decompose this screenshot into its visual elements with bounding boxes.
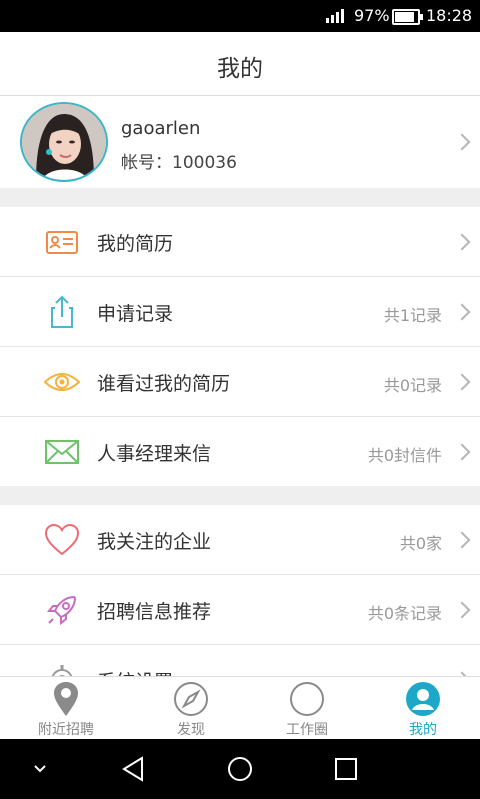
menu-item-label: 我的简历 bbox=[97, 233, 174, 255]
tab-label: 工作圈 bbox=[286, 722, 328, 738]
chevron-right-icon bbox=[453, 233, 471, 251]
tab-discover[interactable]: 发现 bbox=[131, 677, 251, 740]
location-pin-icon bbox=[48, 681, 84, 717]
resume-card-icon bbox=[44, 224, 80, 260]
menu-item-count: 共0记录 bbox=[383, 376, 442, 395]
account-number: 帐号：100036 bbox=[121, 153, 237, 173]
menu-item-count: 共0条记录 bbox=[367, 604, 442, 623]
share-upload-icon bbox=[44, 294, 80, 330]
back-triangle-icon[interactable] bbox=[118, 753, 150, 785]
menu-item-resume[interactable]: 我的简历 bbox=[0, 207, 480, 277]
gear-icon bbox=[44, 662, 80, 676]
status-bar: 97% 18:28 bbox=[0, 0, 480, 32]
system-nav-bar bbox=[0, 739, 480, 799]
profile-row[interactable]: gaoarlen 帐号：100036 bbox=[0, 96, 480, 188]
menu-item-label: 申请记录 bbox=[97, 303, 174, 325]
chevron-right-icon bbox=[453, 303, 471, 321]
mail-envelope-icon bbox=[44, 434, 80, 470]
menu-item-job-recommendations[interactable]: 招聘信息推荐 共0条记录 bbox=[0, 575, 480, 645]
page-title: 我的 bbox=[217, 56, 263, 82]
tab-nearby-jobs[interactable]: 附近招聘 bbox=[6, 677, 126, 740]
compass-icon bbox=[173, 681, 209, 717]
menu-item-label: 我关注的企业 bbox=[97, 531, 212, 553]
menu-item-count: 共0封信件 bbox=[367, 446, 442, 465]
chevron-right-icon bbox=[453, 601, 471, 619]
menu-item-applications[interactable]: 申请记录 共1记录 bbox=[0, 277, 480, 347]
clock: 18:28 bbox=[426, 6, 473, 25]
avatar[interactable] bbox=[20, 102, 108, 182]
menu-item-label: 系统设置 bbox=[97, 667, 173, 676]
tab-label: 附近招聘 bbox=[38, 722, 94, 738]
menu-item-label: 谁看过我的简历 bbox=[97, 373, 231, 395]
chevron-right-icon bbox=[453, 133, 471, 151]
menu-item-hr-mail[interactable]: 人事经理来信 共0封信件 bbox=[0, 417, 480, 486]
chevron-right-icon bbox=[453, 443, 471, 461]
username: gaoarlen bbox=[121, 118, 201, 139]
menu-item-label: 人事经理来信 bbox=[97, 443, 212, 465]
eye-icon bbox=[43, 364, 81, 400]
tab-work-circle[interactable]: 工作圈 bbox=[247, 677, 367, 740]
menu-item-label: 招聘信息推荐 bbox=[97, 601, 212, 623]
rocket-icon bbox=[44, 592, 80, 628]
heart-icon bbox=[44, 522, 80, 558]
battery-icon bbox=[392, 9, 423, 25]
menu-item-count: 共1记录 bbox=[383, 306, 442, 325]
tab-label: 发现 bbox=[177, 722, 205, 738]
bottom-tab-bar: 附近招聘 发现 工作圈 我的 bbox=[0, 676, 480, 740]
menu-item-followed-companies[interactable]: 我关注的企业 共0家 bbox=[0, 505, 480, 575]
tab-label: 我的 bbox=[409, 722, 437, 738]
menu-item-resume-viewers[interactable]: 谁看过我的简历 共0记录 bbox=[0, 347, 480, 417]
circle-icon bbox=[289, 681, 325, 717]
menu-item-count: 共0家 bbox=[399, 534, 442, 553]
chevron-right-icon bbox=[453, 531, 471, 549]
chevron-down-icon[interactable] bbox=[24, 753, 56, 785]
menu-section-1: 我的简历 申请记录 共1记录 谁看过我的简历 共0记录 人事经理来信 共0封信件 bbox=[0, 207, 480, 486]
chevron-right-icon bbox=[453, 373, 471, 391]
home-circle-icon[interactable] bbox=[224, 753, 256, 785]
top-bar: 我的 bbox=[0, 32, 480, 96]
recents-square-icon[interactable] bbox=[330, 753, 362, 785]
user-profile-icon bbox=[405, 681, 441, 717]
menu-item-settings[interactable]: 系统设置 bbox=[0, 645, 480, 676]
menu-section-2: 我关注的企业 共0家 招聘信息推荐 共0条记录 系统设置 bbox=[0, 505, 480, 676]
battery-percent: 97% bbox=[354, 6, 390, 25]
tab-mine[interactable]: 我的 bbox=[363, 677, 480, 740]
